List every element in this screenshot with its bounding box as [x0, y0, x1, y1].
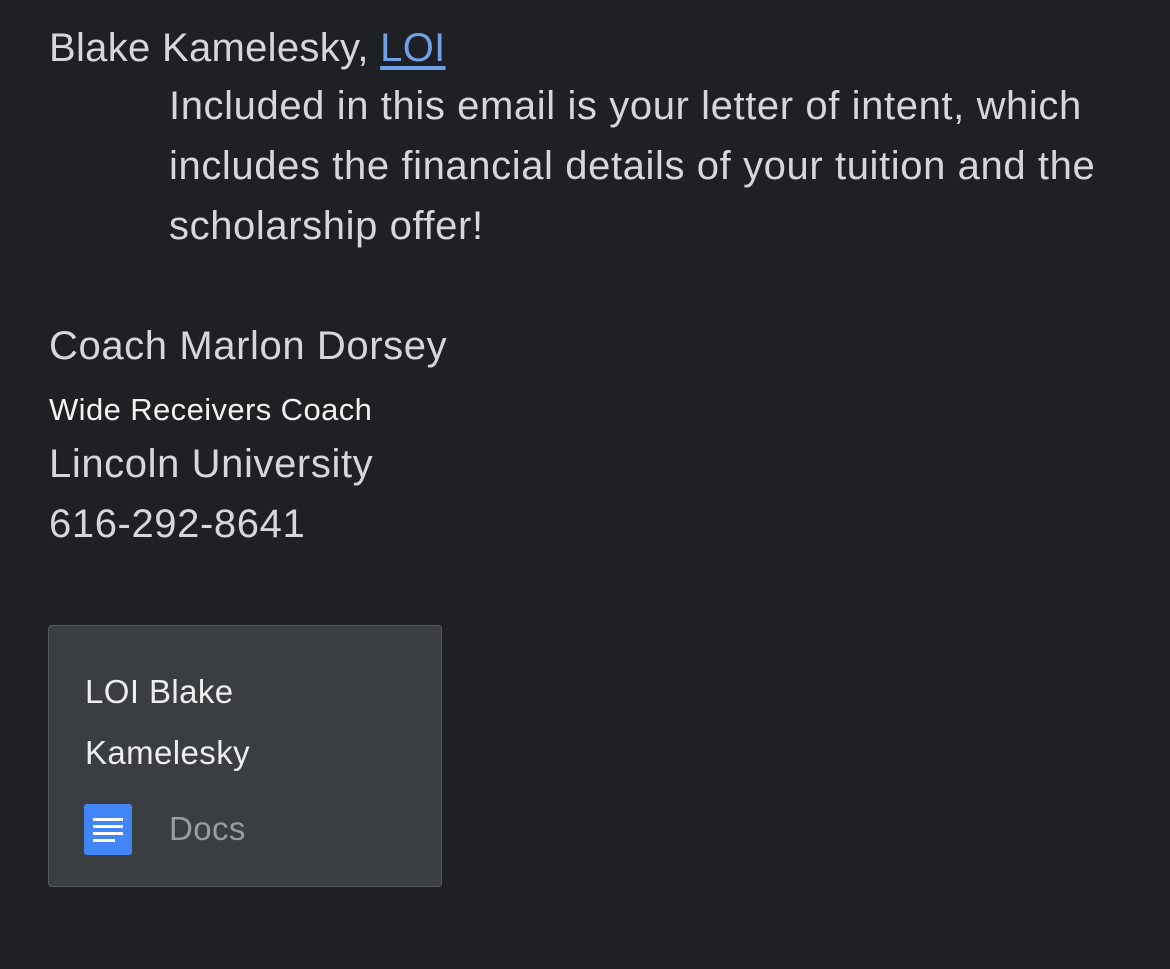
email-body: Included in this email is your letter of…: [169, 84, 1096, 248]
loi-link[interactable]: LOI: [380, 26, 445, 70]
google-docs-icon: [84, 804, 132, 855]
signature-organization: Lincoln University: [49, 442, 374, 486]
signature-name: Coach Marlon Dorsey: [49, 324, 448, 368]
signature-title: Wide Receivers Coach: [49, 392, 373, 427]
greeting-line: Blake Kamelesky, LOI: [49, 18, 446, 78]
attachment-card[interactable]: LOI Blake Kamelesky Docs: [48, 625, 442, 887]
attachment-name: LOI Blake Kamelesky: [85, 673, 250, 771]
signature-phone[interactable]: 616-292-8641: [49, 494, 305, 554]
attachment-type-label: Docs: [169, 810, 246, 847]
greeting-name: Blake Kamelesky,: [49, 26, 369, 70]
